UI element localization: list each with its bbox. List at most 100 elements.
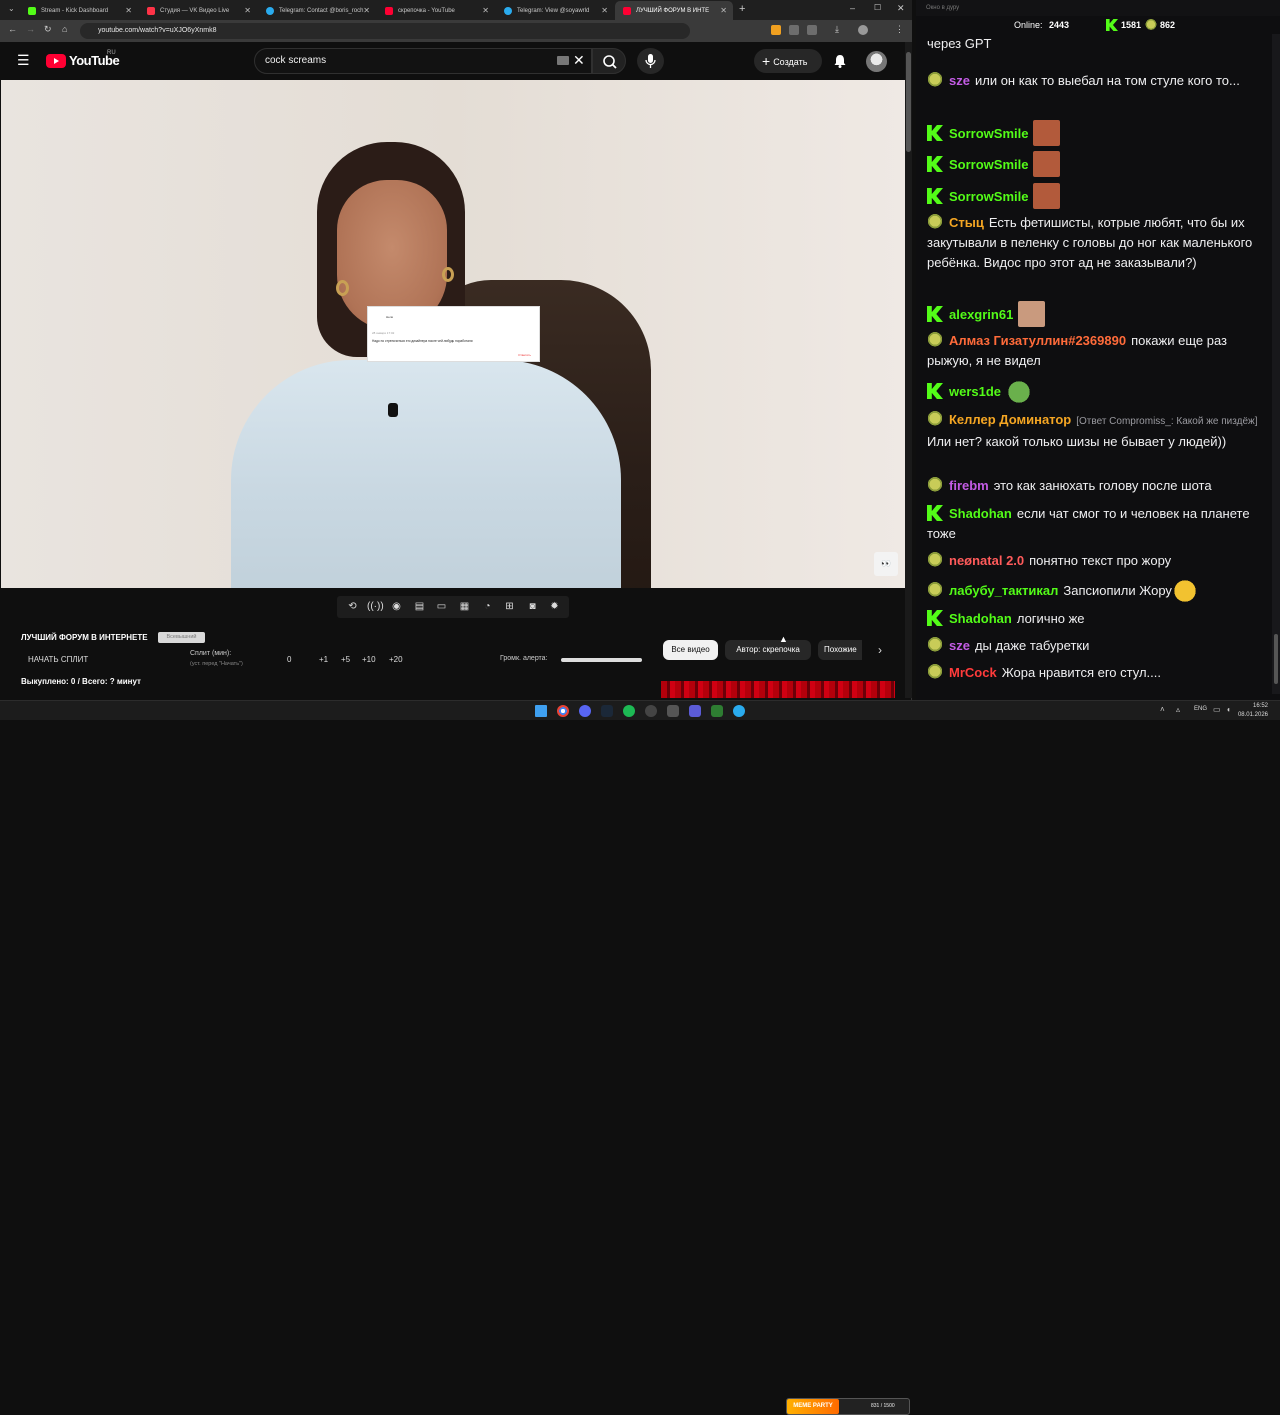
chip-author[interactable]: Автор: скрепочка xyxy=(725,640,811,660)
hamburger-icon[interactable]: ☰ xyxy=(17,52,30,69)
add-5-button[interactable]: +5 xyxy=(341,655,350,664)
tab-close-icon[interactable]: ✕ xyxy=(244,6,251,15)
speed-icon[interactable]: ◔ xyxy=(480,600,495,614)
menu-dots-icon[interactable]: ⋮ xyxy=(895,24,904,35)
eye-icon[interactable]: ◉ xyxy=(389,600,404,614)
network-icon[interactable]: ▵ xyxy=(1176,705,1180,714)
reload-icon[interactable]: ↻ xyxy=(44,24,52,35)
chevron-right-icon[interactable]: › xyxy=(870,640,890,660)
scrollbar-thumb[interactable] xyxy=(906,52,911,152)
add-10-button[interactable]: +10 xyxy=(362,655,376,664)
username[interactable]: alexgrin61 xyxy=(949,307,1013,322)
username[interactable]: лабубу_тактикал xyxy=(949,583,1058,598)
volume-icon[interactable]: ◖ xyxy=(1226,705,1231,714)
camera-icon[interactable]: ◙ xyxy=(525,600,540,614)
discord-icon[interactable] xyxy=(579,705,591,717)
chrome-icon[interactable] xyxy=(557,705,569,717)
clapper-icon[interactable]: ▤ xyxy=(412,600,427,614)
video-player[interactable]: Нели 28 января 17:02 Надо по стрепочитьс… xyxy=(1,80,905,588)
loop-icon[interactable]: ⟲ xyxy=(345,600,360,614)
meme-party-widget[interactable]: MEME PARTY 831 / 1500 xyxy=(786,1398,910,1415)
start-split-button[interactable]: НАЧАТЬ СПЛИТ xyxy=(28,655,88,664)
keyboard-icon[interactable] xyxy=(557,56,569,65)
maximize-icon[interactable]: ☐ xyxy=(874,3,881,12)
app-icon[interactable] xyxy=(711,705,723,717)
obs-icon[interactable] xyxy=(645,705,657,717)
username[interactable]: Келлер Доминатор xyxy=(949,412,1071,427)
youtube-logo-icon[interactable] xyxy=(46,54,66,68)
forward-icon[interactable]: → xyxy=(26,24,35,34)
chat-scrollbar[interactable] xyxy=(1272,34,1280,694)
tab-close-icon[interactable]: ✕ xyxy=(720,6,727,15)
page-scrollbar[interactable] xyxy=(905,42,912,698)
create-button[interactable]: + Создать xyxy=(754,49,822,73)
tab-active-video[interactable]: ЛУЧШИЙ ФОРУМ В ИНТЕ ✕ xyxy=(615,1,733,20)
clear-search-icon[interactable]: ✕ xyxy=(573,52,585,69)
username[interactable]: SorrowSmile xyxy=(949,157,1028,172)
audio-wave-icon[interactable]: ((·)) xyxy=(367,600,384,614)
username[interactable]: Стыц xyxy=(949,215,984,230)
tab-close-icon[interactable]: ✕ xyxy=(601,6,608,15)
chevron-up-icon[interactable]: ˄ xyxy=(1160,705,1165,714)
username[interactable]: sze xyxy=(949,73,970,88)
username[interactable]: SorrowSmile xyxy=(949,189,1028,204)
tab-search-icon[interactable]: ⌄ xyxy=(8,4,15,13)
language-indicator[interactable]: ENG xyxy=(1194,706,1207,712)
url-field[interactable]: youtube.com/watch?v=uXJO6yXnmk8 xyxy=(80,23,690,39)
extension-icon[interactable] xyxy=(807,25,817,35)
system-clock[interactable]: 16:52 08.01.2026 xyxy=(1238,702,1268,720)
tab-telegram-contact[interactable]: Telegram: Contact @boris_roch ✕ xyxy=(258,1,376,20)
home-icon[interactable]: ⌂ xyxy=(62,24,67,34)
profile-icon[interactable] xyxy=(858,25,868,35)
add-icon[interactable]: ⊞ xyxy=(502,600,517,614)
tab-close-icon[interactable]: ✕ xyxy=(125,6,132,15)
search-input[interactable]: cock screams xyxy=(254,48,592,74)
username[interactable]: Shadohan xyxy=(949,611,1012,626)
app-icon[interactable] xyxy=(689,705,701,717)
download-icon[interactable]: ⤓ xyxy=(835,24,839,35)
bell-icon[interactable] xyxy=(832,53,848,69)
telegram-icon[interactable] xyxy=(733,705,745,717)
minimize-icon[interactable]: – xyxy=(850,3,855,13)
username[interactable]: Shadohan xyxy=(949,506,1012,521)
username[interactable]: wers1de xyxy=(949,384,1001,399)
close-window-icon[interactable]: ✕ xyxy=(897,3,905,14)
scrollbar-thumb[interactable] xyxy=(1274,634,1278,684)
tab-vk-studio[interactable]: Студия — VK Видео Live ✕ xyxy=(139,1,257,20)
display-icon[interactable]: ▭ xyxy=(1213,705,1221,714)
avatar[interactable] xyxy=(866,51,887,72)
aspect-icon[interactable]: ▭ xyxy=(434,600,449,614)
username[interactable]: firebm xyxy=(949,478,989,493)
add-20-button[interactable]: +20 xyxy=(389,655,403,664)
alert-volume-slider[interactable] xyxy=(561,658,642,662)
tab-kick-dashboard[interactable]: Stream - Kick Dashboard ✕ xyxy=(20,1,138,20)
username[interactable]: Алмаз Гизатуллин#2369890 xyxy=(949,333,1126,348)
username[interactable]: SorrowSmile xyxy=(949,126,1028,141)
video-thumbnail[interactable] xyxy=(661,681,895,698)
extension-icon[interactable] xyxy=(771,25,781,35)
username[interactable]: MrCock xyxy=(949,665,997,680)
chip-all-videos[interactable]: Все видео xyxy=(663,640,718,660)
gear-icon[interactable]: ✹ xyxy=(547,600,562,614)
chat-message-list[interactable]: через GPT sze или он как то выебал на том… xyxy=(916,26,1272,690)
search-button[interactable] xyxy=(592,48,626,74)
tab-telegram-view[interactable]: Telegram: View @soyawrld ✕ xyxy=(496,1,614,20)
grid-icon[interactable]: ▦ xyxy=(457,600,472,614)
app-icon[interactable] xyxy=(667,705,679,717)
eyes-emoji-icon[interactable]: 👀 xyxy=(874,552,898,576)
tab-close-icon[interactable]: ✕ xyxy=(363,6,370,15)
split-value[interactable]: 0 xyxy=(287,655,291,664)
windows-start-icon[interactable] xyxy=(535,705,547,717)
spotify-icon[interactable] xyxy=(623,705,635,717)
back-icon[interactable]: ← xyxy=(8,24,17,34)
steam-icon[interactable] xyxy=(601,705,613,717)
add-1-button[interactable]: +1 xyxy=(319,655,328,664)
tab-close-icon[interactable]: ✕ xyxy=(482,6,489,15)
chip-similar[interactable]: Похожие xyxy=(818,640,862,660)
voice-search-button[interactable] xyxy=(637,48,664,74)
tab-youtube-channel[interactable]: скрепочка - YouTube ✕ xyxy=(377,1,495,20)
username[interactable]: neønatal 2.0 xyxy=(949,553,1024,568)
new-tab-icon[interactable]: + xyxy=(739,3,745,15)
extension-icon[interactable] xyxy=(789,25,799,35)
username[interactable]: sze xyxy=(949,638,970,653)
